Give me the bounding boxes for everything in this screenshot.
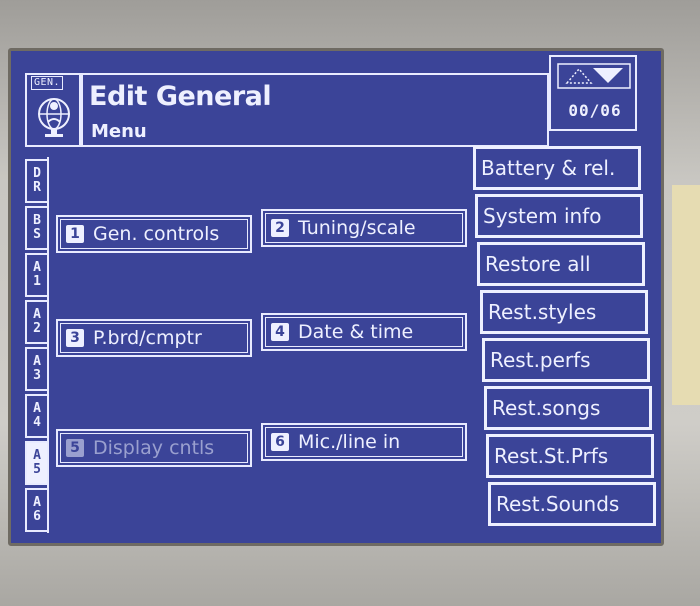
menu-button-6[interactable]: 6 Mic./line in bbox=[261, 423, 467, 461]
page-selector[interactable]: 00/06 bbox=[549, 55, 637, 131]
menu-button-label: Gen. controls bbox=[93, 223, 220, 245]
right-menu-label: Rest.styles bbox=[483, 293, 645, 331]
menu-button-number: 4 bbox=[271, 323, 289, 341]
menu-button-5[interactable]: 5 Display cntls bbox=[56, 429, 252, 467]
menu-button-number: 2 bbox=[271, 219, 289, 237]
right-menu-label: Restore all bbox=[480, 245, 642, 283]
title-box: Edit General Menu bbox=[81, 73, 549, 147]
side-tab-label: A 3 bbox=[33, 354, 41, 383]
side-tab-label: B S bbox=[33, 213, 41, 242]
menu-button-label: P.brd/cmptr bbox=[93, 327, 202, 349]
page-counter: 00/06 bbox=[568, 101, 622, 120]
general-logo-box: GEN. bbox=[25, 73, 81, 147]
side-tab-label: A 2 bbox=[33, 307, 41, 336]
side-tab-8[interactable]: A 6 bbox=[25, 488, 47, 532]
side-tab-6[interactable]: A 4 bbox=[25, 394, 47, 438]
menu-button-number: 5 bbox=[66, 439, 84, 457]
right-menu-label: System info bbox=[478, 197, 640, 235]
right-menu-button-8[interactable]: Rest.Sounds bbox=[488, 482, 656, 526]
menu-button-label: Mic./line in bbox=[298, 431, 401, 453]
right-menu-label: Battery & rel. bbox=[476, 149, 638, 187]
page-title: Edit General bbox=[89, 81, 272, 112]
logo-label: GEN. bbox=[31, 76, 64, 90]
menu-button-label: Tuning/scale bbox=[298, 217, 416, 239]
menu-button-4[interactable]: 4 Date & time bbox=[261, 313, 467, 351]
menu-button-2[interactable]: 2 Tuning/scale bbox=[261, 209, 467, 247]
right-menu-label: Rest.perfs bbox=[485, 341, 647, 379]
page-subtitle: Menu bbox=[91, 121, 147, 142]
menu-button-number: 6 bbox=[271, 433, 289, 451]
page-down-arrow-icon[interactable] bbox=[557, 63, 631, 89]
menu-button-3[interactable]: 3 P.brd/cmptr bbox=[56, 319, 252, 357]
side-tab-label: A 1 bbox=[33, 260, 41, 289]
right-menu-button-6[interactable]: Rest.songs bbox=[484, 386, 652, 430]
lcd-screen: GEN. Edit General Menu 00/06 D R B S A 1 A … bbox=[8, 48, 664, 546]
right-menu-label: Rest.St.Prfs bbox=[489, 437, 651, 475]
tab-divider bbox=[47, 157, 49, 533]
side-tab-2[interactable]: B S bbox=[25, 206, 47, 250]
right-menu-button-7[interactable]: Rest.St.Prfs bbox=[486, 434, 654, 478]
side-tab-1[interactable]: D R bbox=[25, 159, 47, 203]
right-menu-button-3[interactable]: Restore all bbox=[477, 242, 645, 286]
menu-button-label: Date & time bbox=[298, 321, 414, 343]
right-menu-button-4[interactable]: Rest.styles bbox=[480, 290, 648, 334]
right-menu-label: Rest.songs bbox=[487, 389, 649, 427]
right-menu-button-1[interactable]: Battery & rel. bbox=[473, 146, 641, 190]
globe-emblem-icon bbox=[38, 98, 70, 137]
side-tab-label: D R bbox=[33, 166, 41, 195]
side-tab-label: A 5 bbox=[33, 448, 41, 477]
right-menu-button-5[interactable]: Rest.perfs bbox=[482, 338, 650, 382]
side-tab-3[interactable]: A 1 bbox=[25, 253, 47, 297]
menu-button-number: 3 bbox=[66, 329, 84, 347]
side-tab-label: A 6 bbox=[33, 495, 41, 524]
side-tab-7[interactable]: A 5 bbox=[25, 441, 47, 485]
masking-tape bbox=[672, 185, 700, 405]
menu-button-label: Display cntls bbox=[93, 437, 215, 459]
menu-button-1[interactable]: 1 Gen. controls bbox=[56, 215, 252, 253]
right-menu-button-2[interactable]: System info bbox=[475, 194, 643, 238]
side-tab-5[interactable]: A 3 bbox=[25, 347, 47, 391]
menu-button-number: 1 bbox=[66, 225, 84, 243]
side-tab-label: A 4 bbox=[33, 401, 41, 430]
right-menu-label: Rest.Sounds bbox=[491, 485, 653, 523]
side-tab-4[interactable]: A 2 bbox=[25, 300, 47, 344]
